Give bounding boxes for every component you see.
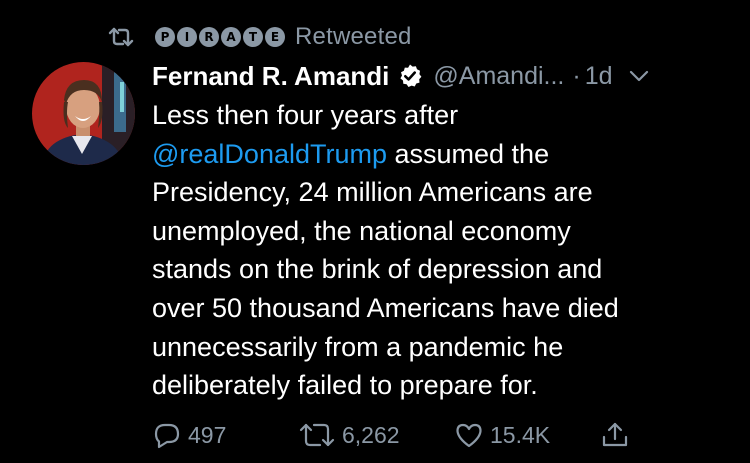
retweet-icon: [298, 420, 336, 450]
like-button[interactable]: 15.4K: [454, 420, 600, 450]
pirate-badge-letter: R: [199, 27, 219, 47]
like-count: 15.4K: [490, 421, 551, 448]
verified-badge-icon: [397, 63, 423, 89]
retweet-banner: P I R A T E Retweeted: [108, 22, 412, 52]
pirate-badge-letter: P: [155, 27, 175, 47]
tweet-text: deliberately failed to prepare for.: [152, 370, 538, 401]
pirate-logo: P I R A T E: [155, 27, 285, 47]
tweet-body: Less then four years after @realDonaldTr…: [152, 96, 712, 405]
tweet-text: unemployed, the national economy: [152, 215, 571, 246]
tweet-text: stands on the brink of depression and: [152, 254, 603, 285]
tweet-text-line: deliberately failed to prepare for.: [152, 366, 712, 405]
tweet-text-line: unemployed, the national economy: [152, 212, 712, 251]
retweeted-label: Retweeted: [295, 23, 412, 50]
tweet-timestamp[interactable]: 1d: [585, 62, 613, 91]
tweet-actions: 497 6,262 15.4K: [152, 418, 640, 452]
tweet-text-line: unnecessarily from a pandemic he: [152, 328, 712, 367]
pirate-badge-letter: I: [177, 27, 197, 47]
tweet-text: assumed the: [387, 138, 550, 169]
tweet-text: Less then four years after: [152, 100, 459, 130]
tweet-text: Presidency, 24 million Americans are: [152, 177, 593, 208]
tweet-text-line: over 50 thousand Americans have died: [152, 289, 712, 328]
tweet-text-line: Less then four years after: [152, 96, 712, 135]
mention-link[interactable]: @realDonaldTrump: [152, 139, 387, 169]
share-icon: [600, 420, 630, 450]
retweet-button[interactable]: 6,262: [298, 420, 454, 450]
chevron-down-icon[interactable]: [627, 64, 651, 88]
heart-icon: [454, 420, 484, 450]
reply-icon: [152, 420, 182, 450]
retweet-count: 6,262: [342, 421, 400, 448]
retweet-icon: [108, 27, 134, 47]
author-display-name[interactable]: Fernand R. Amandi: [152, 61, 389, 92]
avatar[interactable]: [32, 62, 135, 165]
reply-button[interactable]: 497: [152, 420, 298, 450]
pirate-badge-letter: E: [265, 27, 285, 47]
reply-count: 497: [188, 421, 227, 448]
share-button[interactable]: [600, 420, 640, 450]
pirate-badge-letter: T: [243, 27, 263, 47]
tweet-text-line: @realDonaldTrump assumed the: [152, 135, 712, 174]
tweet-header: Fernand R. Amandi @Amandi... · 1d: [152, 56, 730, 96]
dot-separator: ·: [572, 61, 581, 90]
author-handle[interactable]: @Amandi...: [433, 62, 564, 91]
tweet-text: over 50 thousand Americans have died: [152, 292, 619, 323]
tweet-text-line: stands on the brink of depression and: [152, 250, 712, 289]
tweet-text: unnecessarily from a pandemic he: [152, 331, 564, 362]
tweet-text-line: Presidency, 24 million Americans are: [152, 173, 712, 212]
pirate-badge-letter: A: [221, 27, 241, 47]
